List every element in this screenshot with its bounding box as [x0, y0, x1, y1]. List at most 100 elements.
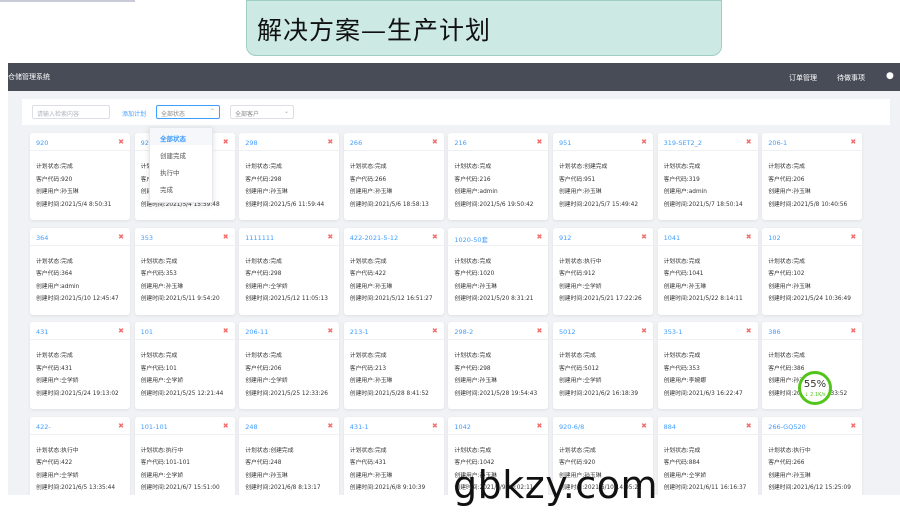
delete-icon[interactable]: ✖ [850, 138, 856, 146]
delete-icon[interactable]: ✖ [223, 138, 229, 146]
plan-card[interactable]: 1020-50套 ✖ 计划状态:完成 客户代码:1020 创建用户:孙玉琳 创建时间:20… [448, 227, 549, 315]
card-divider [657, 244, 758, 246]
delete-icon[interactable]: ✖ [746, 233, 752, 241]
plan-card[interactable]: 298-2 ✖ 计划状态:完成 客户代码:298 创建用户:孙玉琳 创建时间:2021/5… [448, 322, 549, 409]
delete-icon[interactable]: ✖ [850, 233, 856, 241]
delete-icon[interactable]: ✖ [746, 327, 752, 335]
card-status: 计划状态:完成 [454, 164, 492, 170]
delete-icon[interactable]: ✖ [641, 327, 647, 335]
plan-card[interactable]: 422- ✖ 计划状态:执行中 客户代码:422 创建用户:仝学娇 创建时间:2021/6… [30, 416, 130, 495]
card-user: 创建用户:admin [36, 283, 80, 290]
delete-icon[interactable]: ✖ [641, 422, 647, 430]
card-customer: 客户代码:266 [768, 460, 805, 466]
card-customer: 客户代码:248 [245, 460, 282, 466]
card-divider [239, 339, 340, 340]
delete-icon[interactable]: ✖ [537, 422, 543, 430]
plan-card[interactable]: 1041 ✖ 计划状态:完成 客户代码:1041 创建用户:孙玉琳 创建时间:2021/5… [657, 227, 758, 315]
plan-card[interactable]: 298 ✖ 计划状态:完成 客户代码:298 创建用户:孙玉琳 创建时间:2021/5/6… [239, 133, 340, 220]
card-time: 创建时间:2021/5/8 10:40:56 [768, 201, 848, 208]
plan-card[interactable]: 353-1 ✖ 计划状态:完成 客户代码:353 创建用户:李婉娜 创建时间:2021/6… [657, 322, 758, 409]
plan-card[interactable]: 920 ✖ 计划状态:完成客户代码:920 创建用户:孙玉琳创建时间:2021/5/4… [30, 133, 130, 220]
card-id: 951 [559, 139, 572, 147]
delete-icon[interactable]: ✖ [746, 138, 752, 146]
plan-card[interactable]: 353 ✖ 计划状态:完成 客户代码:353 创建用户:孙玉琳 创建时间:2021/5/1… [134, 227, 235, 315]
delete-icon[interactable]: ✖ [118, 138, 124, 146]
plan-card[interactable]: 951 ✖ 计划状态:创建完成 客户代码:951 创建用户:孙玉琳 创建时间:2021/5… [553, 133, 653, 220]
card-status: 计划状态:完成 [663, 353, 701, 359]
card-id: 1111111 [245, 233, 275, 242]
delete-icon[interactable]: ✖ [118, 422, 124, 430]
delete-icon[interactable]: ✖ [641, 138, 647, 146]
filter-bar: 请输入检索内容 添加计划 全部状态 ⌃ 全部客户 ⌄ [22, 99, 890, 125]
card-id: 1042 [454, 422, 471, 431]
add-plan-link[interactable]: 添加计划 [122, 109, 146, 118]
plan-card[interactable]: 422-2021-5-12 ✖ 计划状态:完成 客户代码:422 创建用户:孙玉琳 创建时… [343, 227, 444, 315]
plan-card[interactable]: 248 ✖ 计划状态:创建完成 客户代码:248 创建用户:孙玉琳 创建时间:2021/6… [239, 416, 340, 495]
plan-card[interactable]: 266-GQ520 ✖ 计划状态:执行中 客户代码:266 创建用户:孙玉琳 创建时间:2… [762, 416, 863, 495]
plan-card[interactable]: 206-1 ✖ 计划状态:完成 客户代码:206 创建用户:孙玉琳 创建时间:2021/5… [762, 133, 863, 220]
plan-card[interactable]: 206-11 ✖ 计划状态:完成 客户代码:206 创建用户:仝学娇 创建时间:2021/… [239, 322, 340, 409]
delete-icon[interactable]: ✖ [327, 422, 333, 430]
nav-todo[interactable]: 待做事项 [837, 73, 865, 83]
delete-icon[interactable]: ✖ [432, 422, 438, 430]
status-option[interactable]: 执行中 [150, 162, 212, 179]
card-status: 计划状态:完成 [663, 164, 701, 170]
plan-card[interactable]: 213-1 ✖ 计划状态:完成 客户代码:213 创建用户:孙玉琳 创建时间:2021/5… [343, 322, 444, 409]
delete-icon[interactable]: ✖ [537, 327, 543, 335]
delete-icon[interactable]: ✖ [537, 138, 543, 146]
progress-speed: ↓ 2.1K/s [804, 392, 826, 398]
card-time: 创建时间:2021/5/10 12:45:47 [36, 296, 119, 302]
customer-select[interactable]: 全部客户 ⌄ [230, 105, 294, 119]
card-status: 计划状态:完成 [768, 258, 805, 265]
delete-icon[interactable]: ✖ [118, 327, 124, 335]
delete-icon[interactable]: ✖ [641, 233, 647, 241]
card-time: 创建时间:2021/5/6 19:50:42 [454, 201, 534, 208]
delete-icon[interactable]: ✖ [432, 233, 438, 241]
delete-icon[interactable]: ✖ [850, 422, 856, 430]
status-option[interactable]: 创建完成 [150, 145, 212, 162]
status-option[interactable]: 完成 [150, 179, 212, 196]
nav-orders[interactable]: 订单管理 [789, 73, 817, 83]
plan-card[interactable]: 1111111 ✖ 计划状态:完成 客户代码:298 创建用户:仝学娇 创建时间:2021… [239, 227, 340, 315]
delete-icon[interactable]: ✖ [850, 327, 856, 335]
card-time: 创建时间:2021/6/11 16:16:37 [663, 485, 747, 491]
status-option[interactable]: 全部状态 [150, 128, 212, 145]
delete-icon[interactable]: ✖ [746, 422, 752, 430]
plan-card[interactable]: 101-101 ✖ 计划状态:执行中 客户代码:101-101 创建用户:仝学娇 创建时间… [134, 416, 235, 495]
card-customer: 客户代码:431 [349, 460, 387, 466]
delete-icon[interactable]: ✖ [223, 233, 229, 241]
plan-card[interactable]: 431 ✖ 计划状态:完成 客户代码:431 创建用户:仝学娇 创建时间:2021/5/2… [30, 322, 130, 409]
user-icon[interactable]: ● [886, 71, 896, 81]
plan-card[interactable]: 101 ✖ 计划状态:完成 客户代码:101 创建用户:仝学娇 创建时间:2021/5/2… [134, 322, 235, 409]
delete-icon[interactable]: ✖ [327, 233, 333, 241]
card-customer: 客户代码:298 [245, 271, 282, 277]
search-input[interactable]: 请输入检索内容 [32, 105, 110, 119]
delete-icon[interactable]: ✖ [118, 233, 124, 241]
plan-card[interactable]: 912 ✖ 计划状态:执行中 客户代码:912 创建用户:仝学娇 创建时间:2021/5/… [553, 227, 653, 315]
card-status: 计划状态:创建完成 [559, 164, 608, 170]
card-time: 创建时间:2021/5/11 9:54:20 [140, 296, 220, 302]
delete-icon[interactable]: ✖ [327, 138, 333, 146]
card-user: 创建用户:孙玉琳 [36, 189, 79, 195]
status-select[interactable]: 全部状态 ⌃ [156, 105, 220, 119]
plan-card[interactable]: 216 ✖ 计划状态:完成 客户代码:216 创建用户:admin 创建时间:2021/5… [448, 133, 549, 220]
card-id: 1041 [663, 233, 681, 242]
plan-card[interactable]: 431-1 ✖ 计划状态:完成 客户代码:431 创建用户:孙玉琳 创建时间:2021/6… [343, 416, 444, 495]
plan-card[interactable]: 5012 ✖ 计划状态:完成 客户代码:5012 创建用户:仝学娇 创建时间:2021/6… [553, 322, 653, 409]
delete-icon[interactable]: ✖ [327, 327, 333, 335]
delete-icon[interactable]: ✖ [223, 422, 229, 430]
plan-card[interactable]: 884 ✖ 计划状态:完成 客户代码:884 创建用户:仝学娇 创建时间:2021/6/1… [657, 416, 758, 495]
delete-icon[interactable]: ✖ [223, 327, 229, 335]
plan-card[interactable]: 319-SET2_2 ✖ 计划状态:完成 客户代码:319 创建用户:admin 创建时间… [657, 133, 758, 220]
delete-icon[interactable]: ✖ [537, 233, 543, 241]
card-time: 创建时间:2021/6/8 9:10:39 [349, 485, 426, 491]
plan-card[interactable]: 364 ✖ 计划状态:完成 客户代码:364 创建用户:admin 创建时间:2021/5… [30, 227, 130, 315]
plan-card[interactable]: 102 ✖ 计划状态:完成 客户代码:102 创建用户:孙玉琳 创建时间:2021/5/2… [762, 227, 863, 315]
slide-banner: 解决方案—生产计划 [246, 0, 722, 56]
card-id: 216 [454, 139, 467, 147]
delete-icon[interactable]: ✖ [432, 327, 438, 335]
delete-icon[interactable]: ✖ [432, 138, 438, 146]
card-time: 创建时间:2021/6/2 16:18:39 [559, 390, 639, 397]
plan-card[interactable]: 266 ✖ 计划状态:完成 客户代码:266 创建用户:孙玉琳 创建时间:2021/5/6… [343, 133, 444, 220]
card-divider [762, 244, 863, 246]
